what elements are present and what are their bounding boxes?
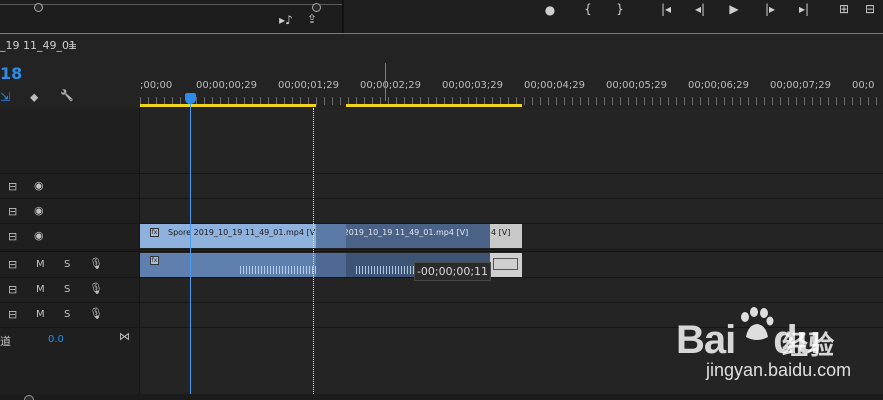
video-audio-divider (0, 251, 883, 252)
eye-icon[interactable]: ◉ (34, 229, 44, 242)
video-clip-trim-left[interactable] (316, 224, 346, 248)
mark-out-icon[interactable]: } (612, 2, 628, 16)
microphone-icon[interactable]: 🎙 (89, 282, 103, 295)
playhead-timecode[interactable]: 18 (0, 64, 22, 83)
ruler-label: 00;00;03;29 (442, 80, 504, 91)
solo-button[interactable]: S (64, 259, 70, 270)
edit-point-line (313, 108, 314, 400)
watermark-cn: 经验 (782, 331, 835, 361)
trim-offset-tooltip: -00;00;00;11 (414, 262, 491, 281)
bowtie-icon[interactable]: ⋈ (119, 330, 130, 343)
source-out-handle[interactable] (312, 3, 321, 12)
source-in-handle[interactable] (34, 3, 43, 12)
mute-button[interactable]: M (36, 284, 45, 295)
play-icon[interactable]: ▶ (726, 2, 742, 16)
sync-lock-icon[interactable]: ⊟ (8, 258, 17, 271)
settings-wrench-icon[interactable]: 🔧 (60, 89, 74, 102)
timeline-scrollbar[interactable] (0, 394, 883, 400)
extract-icon[interactable]: ⊟ (862, 2, 878, 16)
mute-button[interactable]: M (36, 309, 45, 320)
track-divider (0, 173, 883, 174)
clip-label: Spore 2019_10_19 11_49_01.mp4 [V] (346, 228, 469, 237)
go-to-in-icon[interactable]: |◂ (656, 2, 676, 16)
ruler-label: 00;00;04;29 (524, 80, 586, 91)
ruler-hover-line (385, 63, 386, 101)
ruler-label: 00;00;07;29 (770, 80, 832, 91)
ruler-label: 00;00;02;29 (360, 80, 422, 91)
active-panel-border (0, 33, 883, 34)
ruler-label: 00;00;05;29 (606, 80, 668, 91)
microphone-icon[interactable]: 🎙 (89, 307, 103, 320)
microphone-icon[interactable]: 🎙 (89, 257, 103, 270)
track-header-column (0, 108, 140, 400)
fx-badge: fx (150, 228, 159, 237)
track-divider (0, 249, 883, 250)
track-divider (0, 302, 883, 303)
video-clip[interactable]: fx Spore 2019_10_19 11_49_01.mp4 [V] (140, 224, 316, 248)
mute-button[interactable]: M (36, 259, 45, 270)
sync-lock-icon[interactable]: ⊟ (8, 230, 17, 243)
video-clip[interactable]: Spore 2019_10_19 11_49_01.mp4 [V] (346, 224, 490, 248)
ruler-label: 00;00;06;29 (688, 80, 750, 91)
ruler-label: 00;0 (852, 80, 875, 91)
sync-lock-icon[interactable]: ⊟ (8, 308, 17, 321)
eye-icon[interactable]: ◉ (34, 204, 44, 217)
clip-label: 4 [V] (491, 228, 511, 237)
marker-icon[interactable]: ● (542, 3, 558, 17)
add-marker-icon[interactable]: ⬥ (30, 90, 38, 105)
watermark-url: jingyan.baidu.com (706, 360, 852, 380)
ruler-label: ;00;00 (140, 80, 173, 91)
audio-waveform (240, 266, 316, 274)
lift-icon[interactable]: ⊞ (836, 2, 852, 16)
playhead-line[interactable] (190, 98, 191, 400)
source-scrub-bar[interactable] (0, 3, 342, 12)
insert-icon[interactable]: ⇪ (303, 12, 321, 26)
audio-clip-box (493, 258, 518, 270)
panel-menu-icon[interactable]: ≡ (68, 40, 77, 53)
sequence-tab[interactable]: _19 11_49_01 (0, 39, 76, 57)
audio-clip[interactable]: fx (140, 253, 316, 277)
step-forward-icon[interactable]: |▸ (760, 2, 780, 16)
sync-lock-icon[interactable]: ⊟ (8, 283, 17, 296)
scrollbar-handle[interactable] (24, 395, 34, 400)
fx-badge: fx (150, 256, 159, 265)
solo-button[interactable]: S (64, 309, 70, 320)
paw-icon (741, 307, 774, 340)
sync-lock-icon[interactable]: ⊟ (8, 205, 17, 218)
solo-button[interactable]: S (64, 284, 70, 295)
master-volume-value[interactable]: 0.0 (48, 334, 64, 345)
track-divider (0, 198, 883, 199)
step-back-icon[interactable]: ◂| (690, 2, 710, 16)
audio-clip-tail[interactable] (490, 253, 522, 277)
sync-lock-icon[interactable]: ⊟ (8, 180, 17, 193)
master-track-label: 道 (0, 335, 11, 348)
eye-icon[interactable]: ◉ (34, 179, 44, 192)
export-frame-icon[interactable]: ▸♪ (277, 13, 295, 27)
render-bar (346, 104, 522, 107)
go-to-out-icon[interactable]: ▸| (794, 2, 814, 16)
ruler-label: 00;00;00;29 (196, 80, 258, 91)
video-clip-tail[interactable]: 4 [V] (490, 224, 522, 248)
render-bar (140, 104, 316, 107)
ruler-label: 00;00;01;29 (278, 80, 340, 91)
linked-selection-icon[interactable]: ⇲ (0, 90, 10, 104)
playhead-handle[interactable] (185, 93, 196, 104)
mark-in-icon[interactable]: { (580, 2, 596, 16)
audio-clip-trim-left[interactable] (316, 253, 346, 277)
